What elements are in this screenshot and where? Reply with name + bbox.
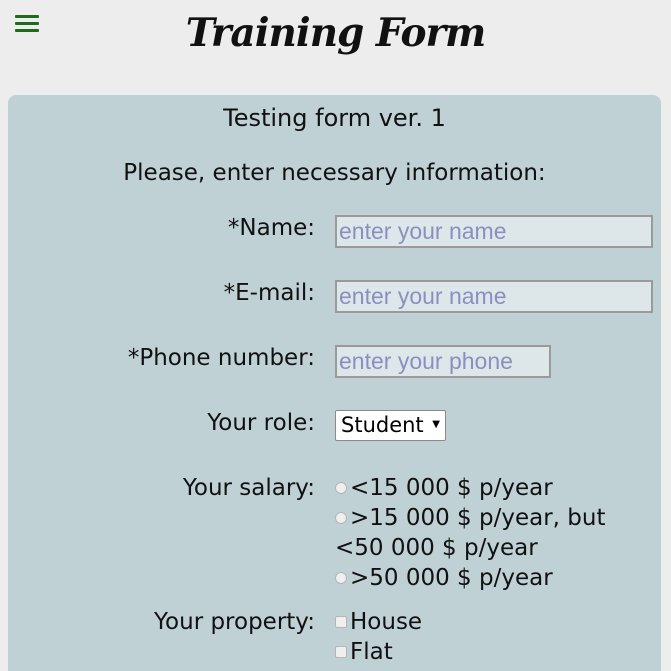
salary-option-2[interactable]: >15 000 $ p/year, but	[335, 505, 605, 531]
radio-icon[interactable]	[335, 572, 347, 584]
name-input[interactable]	[335, 215, 653, 248]
name-label: *Name:	[227, 215, 315, 241]
phone-label: *Phone number:	[127, 345, 315, 371]
role-select-value: Student	[341, 413, 424, 437]
role-label: Your role:	[207, 410, 315, 436]
property-option-house[interactable]: House	[335, 609, 422, 635]
role-select[interactable]: Student ▼	[335, 410, 446, 441]
dropdown-arrow-icon: ▼	[432, 419, 440, 430]
email-label: *E-mail:	[223, 280, 315, 306]
email-input[interactable]	[335, 280, 653, 313]
form-intro: Please, enter necessary information:	[123, 160, 546, 186]
salary-option-1[interactable]: <15 000 $ p/year	[335, 475, 553, 501]
radio-icon[interactable]	[335, 512, 347, 524]
checkbox-icon[interactable]	[335, 616, 347, 628]
property-label: Your property:	[154, 609, 315, 635]
property-option-flat[interactable]: Flat	[335, 639, 393, 665]
form-title: Testing form ver. 1	[223, 104, 446, 132]
salary-label: Your salary:	[182, 475, 315, 501]
radio-icon[interactable]	[335, 482, 347, 494]
salary-option-3[interactable]: >50 000 $ p/year	[335, 565, 553, 591]
salary-option-2-continued: <50 000 $ p/year	[335, 535, 538, 561]
checkbox-icon[interactable]	[335, 646, 347, 658]
form-panel: Testing form ver. 1 Please, enter necess…	[8, 95, 661, 671]
page-title: Training Form	[185, 10, 487, 56]
phone-input[interactable]	[335, 345, 551, 378]
